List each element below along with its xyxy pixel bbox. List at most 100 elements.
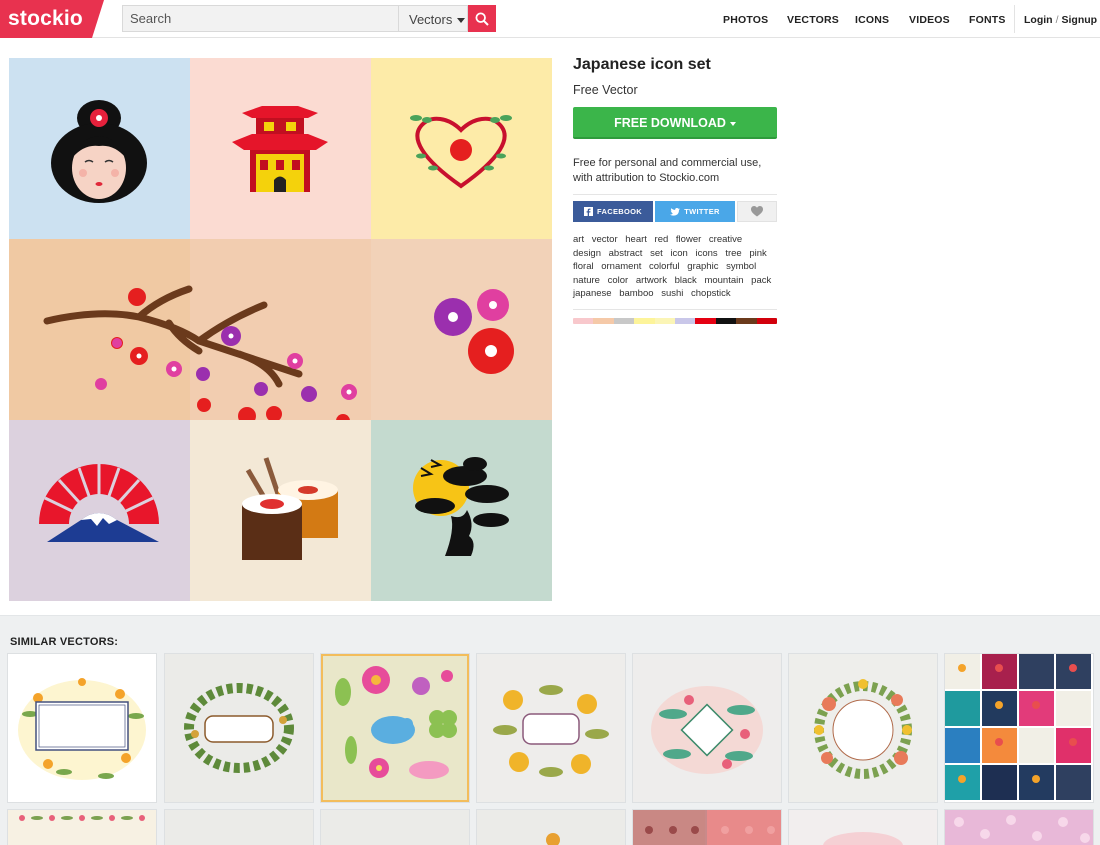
chevron-down-icon — [729, 121, 736, 126]
nav-vectors[interactable]: VECTORS — [787, 14, 839, 26]
share-row: FACEBOOK TWITTER — [573, 201, 777, 223]
tag-link[interactable]: black — [675, 275, 697, 286]
stockio-logo[interactable]: stockio — [0, 0, 104, 38]
tag-link[interactable]: nature — [573, 275, 600, 286]
search-type-select[interactable]: Vectors — [398, 5, 468, 32]
tag-link[interactable]: creative — [709, 234, 742, 245]
auth-links: Login / Signup — [1024, 14, 1097, 26]
palette-swatch[interactable] — [695, 317, 716, 324]
similar-thumb[interactable] — [321, 810, 469, 845]
tag-link[interactable]: icons — [695, 248, 717, 259]
item-title: Japanese icon set — [573, 56, 711, 73]
tag-link[interactable]: set — [650, 248, 663, 259]
tag-link[interactable]: artwork — [636, 275, 667, 286]
sushi-icon — [190, 420, 371, 601]
cherry-blossom-icon — [371, 239, 552, 420]
preview-image[interactable] — [9, 58, 552, 601]
similar-thumb[interactable] — [633, 654, 781, 802]
auth-slash: / — [1055, 14, 1059, 26]
share-facebook-button[interactable]: FACEBOOK — [573, 201, 653, 222]
search-input[interactable] — [122, 5, 398, 32]
similar-thumb[interactable] — [477, 810, 625, 845]
similar-thumb[interactable] — [789, 810, 937, 845]
similar-thumb[interactable] — [165, 810, 313, 845]
facebook-label: FACEBOOK — [597, 207, 642, 216]
signup-link[interactable]: Signup — [1062, 14, 1098, 26]
tag-link[interactable]: pack — [751, 275, 771, 286]
similar-title: SIMILAR VECTORS: — [10, 636, 119, 648]
item-details: Japanese icon set Free Vector FREE DOWNL… — [573, 56, 777, 324]
similar-thumb[interactable] — [945, 810, 1093, 845]
tag-link[interactable]: abstract — [609, 248, 643, 259]
similar-thumb[interactable] — [8, 654, 156, 802]
login-link[interactable]: Login — [1024, 14, 1053, 26]
tag-list: art vector heart red flower creative des… — [573, 233, 777, 310]
similar-thumb[interactable] — [945, 654, 1093, 802]
nav-icons[interactable]: ICONS — [855, 14, 889, 26]
like-button[interactable] — [737, 201, 777, 222]
twitter-label: TWITTER — [684, 207, 720, 216]
tag-link[interactable]: colorful — [649, 261, 680, 272]
tag-link[interactable]: red — [655, 234, 669, 245]
cherry-branch-icon — [9, 239, 371, 420]
palette-swatch[interactable] — [593, 317, 614, 324]
tag-link[interactable]: vector — [592, 234, 618, 245]
tag-link[interactable]: sushi — [661, 288, 683, 299]
twitter-icon — [670, 207, 681, 216]
palette-swatch[interactable] — [736, 317, 757, 324]
tag-link[interactable]: icon — [670, 248, 687, 259]
tag-link[interactable]: mountain — [704, 275, 743, 286]
palette-swatch[interactable] — [715, 317, 737, 324]
item-subtitle: Free Vector — [573, 83, 638, 97]
chevron-down-icon — [457, 18, 466, 24]
tag-link[interactable]: symbol — [726, 261, 756, 272]
similar-vectors-section: SIMILAR VECTORS: — [0, 615, 1100, 845]
nav-videos[interactable]: VIDEOS — [909, 14, 950, 26]
logo-text: stockio — [8, 7, 83, 30]
tag-link[interactable]: art — [573, 234, 584, 245]
similar-thumb[interactable] — [477, 654, 625, 802]
fan-mountain-icon — [9, 420, 190, 601]
site-header: stockio Vectors PHOTOS VECTORS ICONS VID… — [0, 0, 1100, 38]
free-download-button[interactable]: FREE DOWNLOAD — [573, 107, 777, 139]
tag-link[interactable]: floral — [573, 261, 594, 272]
download-label: FREE DOWNLOAD — [614, 116, 726, 130]
tag-link[interactable]: graphic — [687, 261, 718, 272]
palette-swatch[interactable] — [613, 317, 635, 324]
nav-fonts[interactable]: FONTS — [969, 14, 1006, 26]
search-button[interactable] — [468, 5, 496, 32]
palette-swatch[interactable] — [573, 317, 594, 324]
search-type-label: Vectors — [409, 12, 453, 27]
heart-wreath-icon — [371, 58, 552, 239]
search-icon — [475, 11, 489, 26]
color-palette — [573, 317, 777, 324]
similar-thumb[interactable] — [165, 654, 313, 802]
tag-link[interactable]: heart — [625, 234, 647, 245]
tag-link[interactable]: pink — [749, 248, 766, 259]
palette-swatch[interactable] — [654, 317, 676, 324]
tag-link[interactable]: flower — [676, 234, 701, 245]
palette-swatch[interactable] — [634, 317, 655, 324]
similar-thumb[interactable] — [633, 810, 781, 845]
similar-thumb[interactable] — [789, 654, 937, 802]
share-twitter-button[interactable]: TWITTER — [655, 201, 735, 222]
tag-link[interactable]: tree — [725, 248, 741, 259]
tag-link[interactable]: ornament — [601, 261, 641, 272]
search-bar: Vectors — [122, 5, 496, 32]
tag-link[interactable]: bamboo — [619, 288, 653, 299]
palette-swatch[interactable] — [756, 317, 777, 324]
tag-link[interactable]: japanese — [573, 288, 612, 299]
nav-photos[interactable]: PHOTOS — [723, 14, 768, 26]
similar-thumb[interactable] — [321, 654, 469, 802]
heart-icon — [751, 206, 763, 217]
tag-link[interactable]: color — [608, 275, 629, 286]
palette-swatch[interactable] — [675, 317, 696, 324]
license-text: Free for personal and commercial use, wi… — [573, 156, 777, 195]
geisha-icon — [9, 58, 190, 239]
similar-thumb[interactable] — [8, 810, 156, 845]
nav-divider — [1014, 5, 1015, 33]
bonsai-icon — [371, 420, 552, 601]
pagoda-icon — [190, 58, 371, 239]
tag-link[interactable]: chopstick — [691, 288, 731, 299]
tag-link[interactable]: design — [573, 248, 601, 259]
